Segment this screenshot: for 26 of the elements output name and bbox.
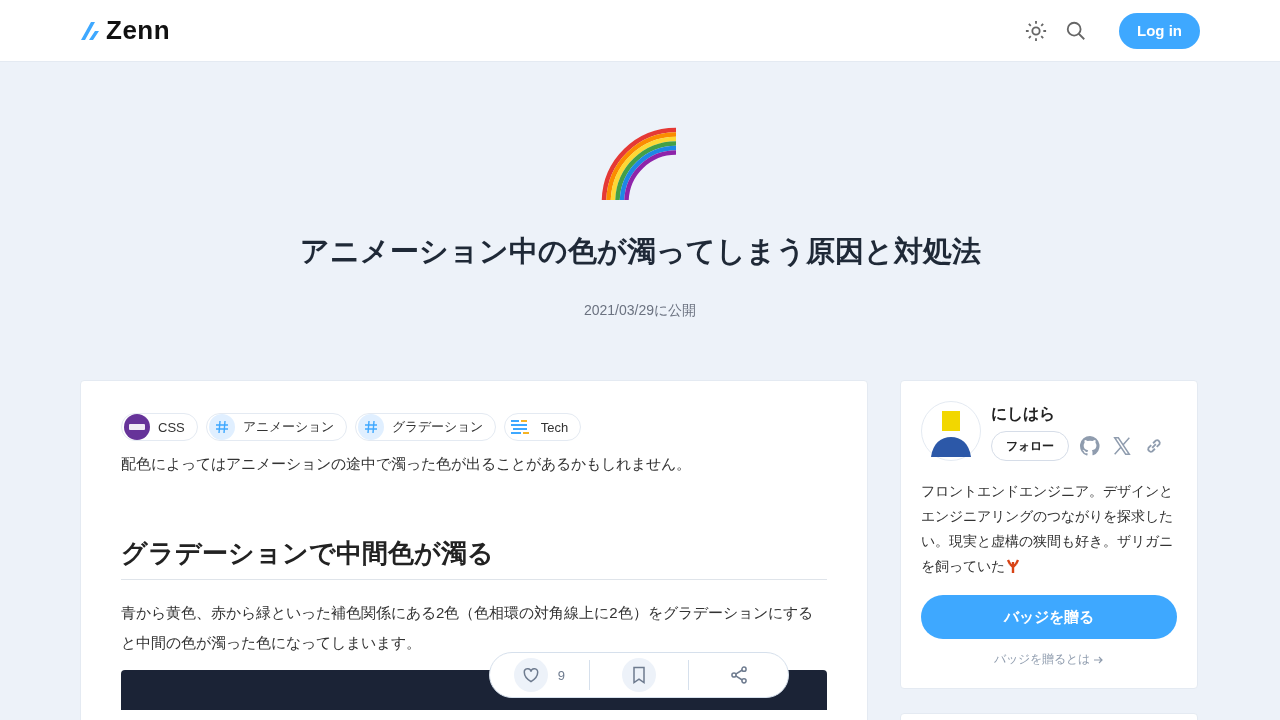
x-icon[interactable] [1111, 435, 1133, 457]
follow-button[interactable]: フォロー [991, 431, 1069, 461]
hash-icon [208, 414, 235, 440]
sun-icon[interactable] [1025, 19, 1047, 42]
intro-text: 配色によってはアニメーションの途中で濁った色が出ることがあるかもしれません。 [121, 455, 692, 474]
like-count: 9 [557, 667, 565, 683]
hash-icon [357, 414, 384, 440]
publish-date: 2021/03/29に公開 [583, 302, 697, 320]
author-bio: フロントエンドエンジニア。デザインとエンジニアリングのつながりを探求したい。現実と虚構の狭間も好き。ザリガニを飼っていた [921, 483, 1174, 576]
logo-icon [80, 20, 102, 41]
bookmark-button[interactable] [622, 658, 656, 692]
github-icon[interactable] [1079, 435, 1101, 457]
article-title: アニメーション中の色が濁ってしまう原因と対処法 [299, 234, 981, 269]
topic-tag[interactable]: CSS [121, 413, 198, 441]
search-icon[interactable] [1065, 19, 1087, 42]
avatar-icon[interactable] [921, 401, 981, 461]
paragraph: 青から黄色、赤から緑といった補色関係にある2色（色相環の対角線上に2色）をグラデーションにすると中間の色が濁った色になってしまいます。 [121, 603, 814, 653]
share-icon [728, 665, 749, 685]
topic-tag[interactable]: アニメーション [205, 413, 347, 441]
share-button[interactable] [728, 665, 749, 685]
like-button[interactable] [513, 658, 548, 692]
author-name[interactable]: にしはら [991, 404, 1165, 425]
section-heading: グラデーションで中間色が濁る [121, 536, 827, 580]
logo-text[interactable]: Zenn [106, 15, 171, 46]
topic-tag[interactable]: Tech [503, 413, 582, 441]
topic-tag[interactable]: グラデーション [354, 413, 496, 441]
